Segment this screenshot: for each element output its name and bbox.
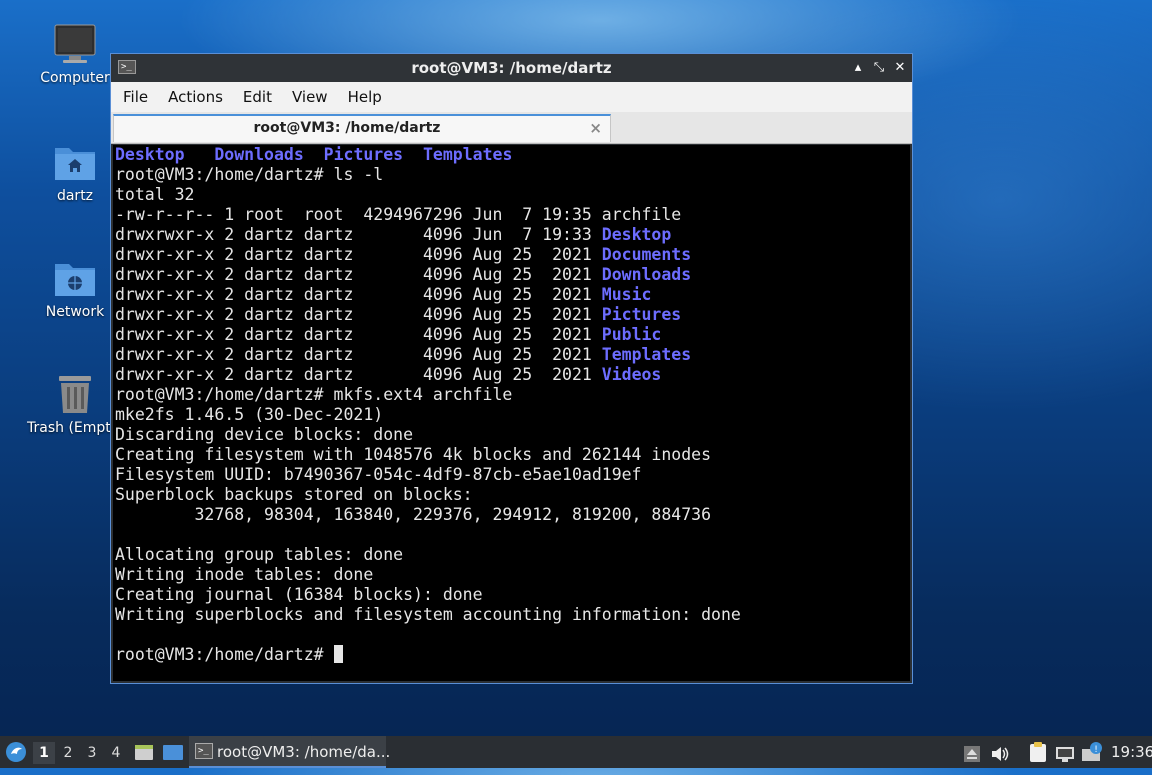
home-folder-icon <box>53 140 97 184</box>
desktop-icon-label: Trash (Empty) <box>27 420 111 436</box>
tab-close-icon[interactable]: × <box>589 119 602 137</box>
maximize-button[interactable]: ⤡ <box>869 58 889 78</box>
menu-edit[interactable]: Edit <box>233 88 282 106</box>
terminal-text: Desktop Downloads Pictures Templates roo… <box>115 145 741 664</box>
workspace-1[interactable]: 1 <box>33 742 55 764</box>
directory-name: Pictures <box>323 145 404 164</box>
volume-icon[interactable] <box>990 743 1010 761</box>
start-menu-icon[interactable] <box>5 741 27 763</box>
desktop-icon-trash[interactable]: Trash (Empty) <box>27 372 123 436</box>
directory-name: Desktop <box>115 145 185 164</box>
task-label: root@VM3: /home/da... <box>217 743 391 761</box>
directory-name: Documents <box>601 245 692 264</box>
show-desktop-icon[interactable] <box>162 742 184 762</box>
svg-text:!: ! <box>1094 745 1098 755</box>
menu-bar: File Actions Edit View Help <box>111 82 912 112</box>
menu-help[interactable]: Help <box>338 88 392 106</box>
directory-name: Desktop <box>601 225 672 244</box>
directory-name: Music <box>601 285 652 304</box>
directory-name: Templates <box>601 345 692 364</box>
file-manager-icon[interactable] <box>134 742 154 762</box>
workspace-3[interactable]: 3 <box>81 742 103 764</box>
window-titlebar[interactable]: >_ root@VM3: /home/dartz ▴ ⤡ ✕ <box>111 54 912 82</box>
directory-name: Videos <box>601 365 662 384</box>
taskbar-task-terminal[interactable]: >_ root@VM3: /home/da... <box>189 736 390 768</box>
eject-icon[interactable] <box>963 743 981 762</box>
terminal-cursor <box>333 645 343 663</box>
desktop-icon-home[interactable]: dartz <box>27 140 123 204</box>
minimize-button[interactable]: ▴ <box>848 58 868 78</box>
menu-actions[interactable]: Actions <box>158 88 233 106</box>
window-title: root@VM3: /home/dartz <box>411 59 612 77</box>
tab-terminal[interactable]: root@VM3: /home/dartz × <box>113 114 611 142</box>
desktop-icon-label: Network <box>45 304 105 320</box>
clipboard-icon[interactable] <box>1028 741 1048 763</box>
trash-icon <box>53 372 97 416</box>
monitor-icon <box>53 22 97 66</box>
terminal-icon: >_ <box>195 743 213 759</box>
network-icon[interactable] <box>1055 743 1075 762</box>
clock[interactable]: 19:36 <box>1111 736 1152 768</box>
directory-name: Public <box>601 325 662 344</box>
tab-bar: root@VM3: /home/dartz × <box>111 112 912 144</box>
directory-name: Downloads <box>214 145 304 164</box>
network-folder-icon <box>53 256 97 300</box>
directory-name: Templates <box>423 145 513 164</box>
directory-name: Pictures <box>601 305 682 324</box>
workspace-2[interactable]: 2 <box>57 742 79 764</box>
taskbar: 1 2 3 4 >_ root@VM3: /home/da... ! 19:36 <box>0 736 1152 768</box>
desktop-icon-network[interactable]: Network <box>27 256 123 320</box>
directory-name: Downloads <box>601 265 692 284</box>
tab-label: root@VM3: /home/dartz <box>253 120 441 136</box>
desktop-icon-label: Computer <box>40 70 110 86</box>
menu-file[interactable]: File <box>113 88 158 106</box>
desktop-icon-label: dartz <box>56 188 94 204</box>
terminal-window: >_ root@VM3: /home/dartz ▴ ⤡ ✕ File Acti… <box>110 53 913 684</box>
workspace-4[interactable]: 4 <box>105 742 127 764</box>
close-button[interactable]: ✕ <box>890 58 910 78</box>
terminal-output[interactable]: Desktop Downloads Pictures Templates roo… <box>113 145 910 681</box>
desktop-icon-computer[interactable]: Computer <box>27 22 123 86</box>
menu-view[interactable]: View <box>282 88 338 106</box>
notification-icon[interactable]: ! <box>1081 741 1103 763</box>
